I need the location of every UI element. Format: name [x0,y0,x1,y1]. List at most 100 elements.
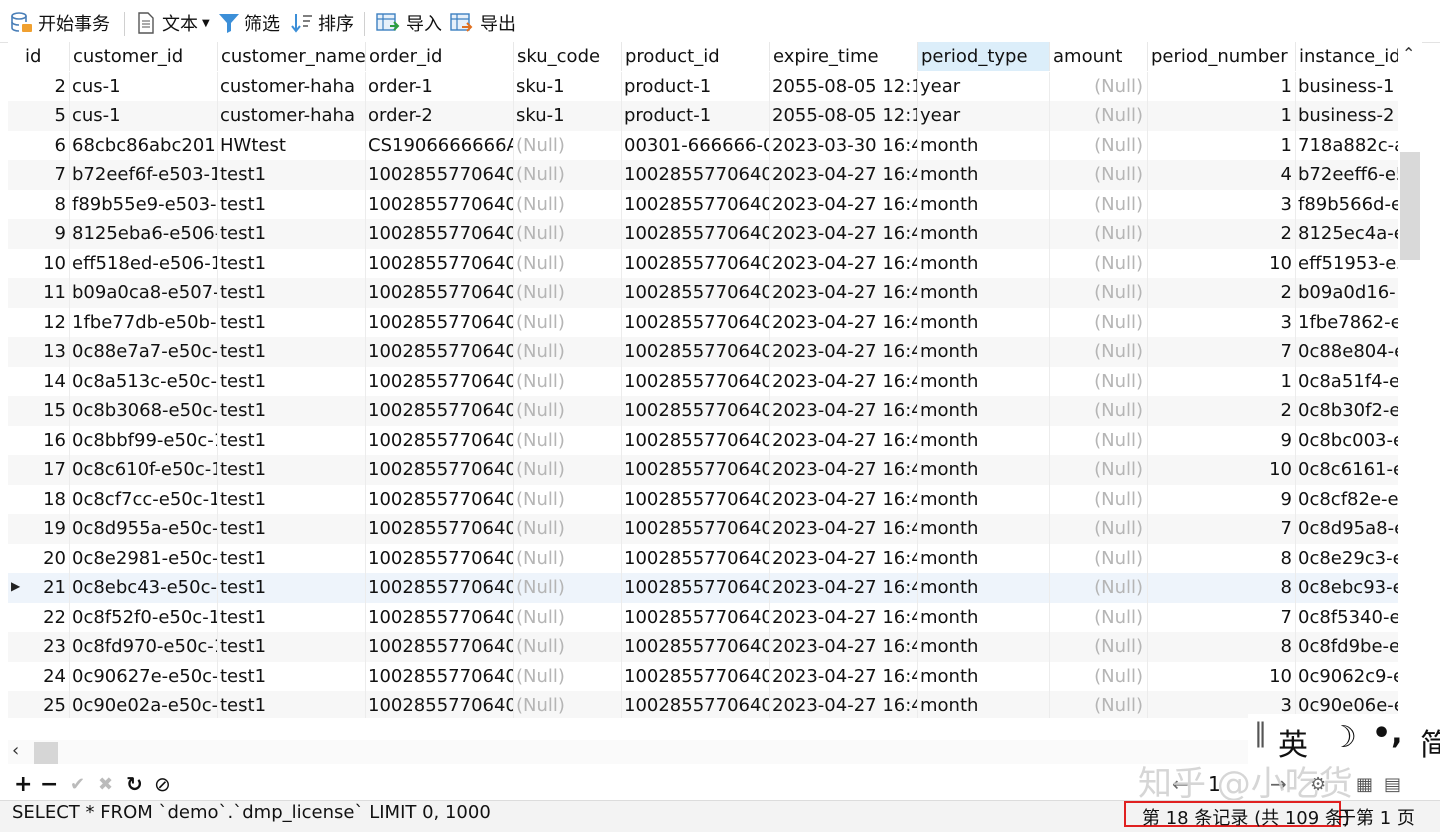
cell-sku-code[interactable]: (Null) [514,396,622,426]
cell-sku-code[interactable]: (Null) [514,337,622,367]
row-indicator[interactable] [8,544,22,574]
column-header-sku-code[interactable]: sku_code [514,42,622,71]
cell-expire-time[interactable]: 2023-04-27 16:4 [770,396,918,426]
cell-customer-id[interactable]: cus-1 [70,71,218,101]
cell-amount[interactable]: (Null) [1050,337,1148,367]
table-row[interactable]: 7 b72eef6f-e503-1 test1 1002855770640 (Null)… [8,160,1398,190]
cell-sku-code[interactable]: (Null) [514,307,622,337]
cell-expire-time[interactable]: 2023-04-27 16:4 [770,278,918,308]
ime-mode-toggle[interactable]: 简 [1420,720,1440,764]
cell-customer-id[interactable]: 0c90e02a-e50c-1 [70,691,218,718]
cell-amount[interactable]: (Null) [1050,160,1148,190]
cell-instance-id[interactable]: business-2 [1296,101,1398,131]
cell-amount[interactable]: (Null) [1050,278,1148,308]
cell-customer-name[interactable]: test1 [218,543,366,573]
cell-amount[interactable]: (Null) [1050,101,1148,131]
cell-sku-code[interactable]: sku-1 [514,101,622,131]
cell-period-number[interactable]: 9 [1148,425,1296,455]
cell-id[interactable]: 21 [22,573,70,603]
cell-customer-id[interactable]: b72eef6f-e503-1 [70,160,218,190]
cell-sku-code[interactable]: (Null) [514,130,622,160]
cell-amount[interactable]: (Null) [1050,396,1148,426]
cell-product-id[interactable]: 1002855770640 [622,189,770,219]
table-row[interactable]: 20 0c8e2981-e50c-test1 1002855770640 (Null)… [8,543,1398,574]
cell-period-number[interactable]: 10 [1148,455,1296,485]
cell-period-type[interactable]: month [918,573,1050,603]
cell-id[interactable]: 12 [22,307,70,337]
cell-sku-code[interactable]: (Null) [514,455,622,485]
table-row[interactable]: 23 0c8fd970-e50c-1 test1 1002855770640 (Null… [8,632,1398,662]
column-header-period-type[interactable]: period_type [918,42,1050,71]
cell-customer-id[interactable]: cus-1 [70,101,218,131]
cell-customer-id[interactable]: 0c8bbf99-e50c-1 [70,425,218,455]
cell-customer-name[interactable]: test1 [218,189,366,219]
cell-customer-name[interactable]: test1 [218,573,366,603]
row-indicator[interactable] [8,396,22,426]
cell-period-type[interactable]: month [918,278,1050,308]
cell-sku-code[interactable]: (Null) [514,425,622,455]
cell-product-id[interactable]: 1002855770640 [622,219,770,249]
cell-instance-id[interactable]: 0c8ebc93-e [1296,573,1398,603]
cell-order-id[interactable]: 1002855770640 [366,691,514,718]
table-row[interactable]: 16 0c8bbf99-e50c-1 test1 1002855770640 (Null… [8,425,1398,456]
cell-amount[interactable]: (Null) [1050,602,1148,632]
row-indicator[interactable] [8,190,22,220]
cell-expire-time[interactable]: 2023-04-27 16:4 [770,307,918,337]
cell-customer-id[interactable]: b09a0ca8-e507- [70,278,218,308]
cell-product-id[interactable]: 1002855770640 [622,337,770,367]
cell-order-id[interactable]: 1002855770640 [366,396,514,426]
filter-button[interactable]: 筛选 [218,10,280,36]
cell-customer-name[interactable]: test1 [218,455,366,485]
cell-order-id[interactable]: 1002855770640 [366,307,514,337]
cell-id[interactable]: 24 [22,661,70,691]
cell-id[interactable]: 22 [22,602,70,632]
cell-period-number[interactable]: 8 [1148,543,1296,573]
scroll-left-icon[interactable]: ‹ [12,740,19,761]
cell-order-id[interactable]: order-1 [366,71,514,101]
cell-instance-id[interactable]: 0c8fd9be-e [1296,632,1398,662]
cell-period-number[interactable]: 7 [1148,337,1296,367]
cell-expire-time[interactable]: 2023-04-27 16:4 [770,219,918,249]
cell-order-id[interactable]: 1002855770640 [366,219,514,249]
cell-product-id[interactable]: 1002855770640 [622,632,770,662]
cell-instance-id[interactable]: 0c8e29c3-e [1296,544,1398,574]
cell-id[interactable]: 14 [22,366,70,396]
refresh-button[interactable]: ↻ [126,772,143,796]
import-button[interactable]: 导入 [376,10,442,36]
cell-product-id[interactable]: 1002855770640 [622,514,770,544]
cell-customer-id[interactable]: 0c8fd970-e50c-1 [70,632,218,662]
row-indicator[interactable] [8,367,22,397]
cell-customer-id[interactable]: 0c90627e-e50c-1 [70,661,218,691]
cell-order-id[interactable]: 1002855770640 [366,248,514,278]
table-row[interactable]: ▶ 21 0c8ebc43-e50c-1 test1 1002855770640 (Nul… [8,573,1398,603]
data-grid[interactable]: id customer_id customer_name order_id sku_co… [8,42,1398,718]
cell-product-id[interactable]: 1002855770640 [622,425,770,455]
cell-period-type[interactable]: year [918,101,1050,131]
table-row[interactable]: 9 8125eba6-e506- test1 1002855770640 (Null) 1… [8,219,1398,249]
cell-order-id[interactable]: 1002855770640 [366,484,514,514]
cell-order-id[interactable]: 1002855770640 [366,366,514,396]
ime-punctuation-toggle[interactable]: •, [1372,716,1403,751]
cell-order-id[interactable]: 1002855770640 [366,661,514,691]
cell-order-id[interactable]: 1002855770640 [366,189,514,219]
cell-period-type[interactable]: month [918,248,1050,278]
cell-period-type[interactable]: month [918,337,1050,367]
row-indicator[interactable] [8,219,22,249]
row-indicator[interactable] [8,160,22,190]
cell-id[interactable]: 10 [22,248,70,278]
cell-amount[interactable]: (Null) [1050,425,1148,455]
cell-customer-name[interactable]: test1 [218,307,366,337]
cell-product-id[interactable]: 1002855770640 [622,278,770,308]
cell-customer-name[interactable]: test1 [218,425,366,455]
column-header-amount[interactable]: amount [1050,42,1148,71]
table-row[interactable]: 19 0c8d955a-e50c-test1 1002855770640 (Null)… [8,514,1398,544]
cell-expire-time[interactable]: 2023-04-27 16:4 [770,602,918,632]
cell-customer-id[interactable]: 0c8e2981-e50c- [70,543,218,573]
cell-instance-id[interactable]: 0c8bc003-e [1296,426,1398,456]
table-row[interactable]: 11 b09a0ca8-e507- test1 1002855770640 (Null)… [8,278,1398,308]
cell-id[interactable]: 15 [22,396,70,426]
column-header-customer-name[interactable]: customer_name [218,42,366,71]
cell-product-id[interactable]: 1002855770640 [622,543,770,573]
cell-order-id[interactable]: 1002855770640 [366,514,514,544]
row-indicator[interactable] [8,603,22,633]
